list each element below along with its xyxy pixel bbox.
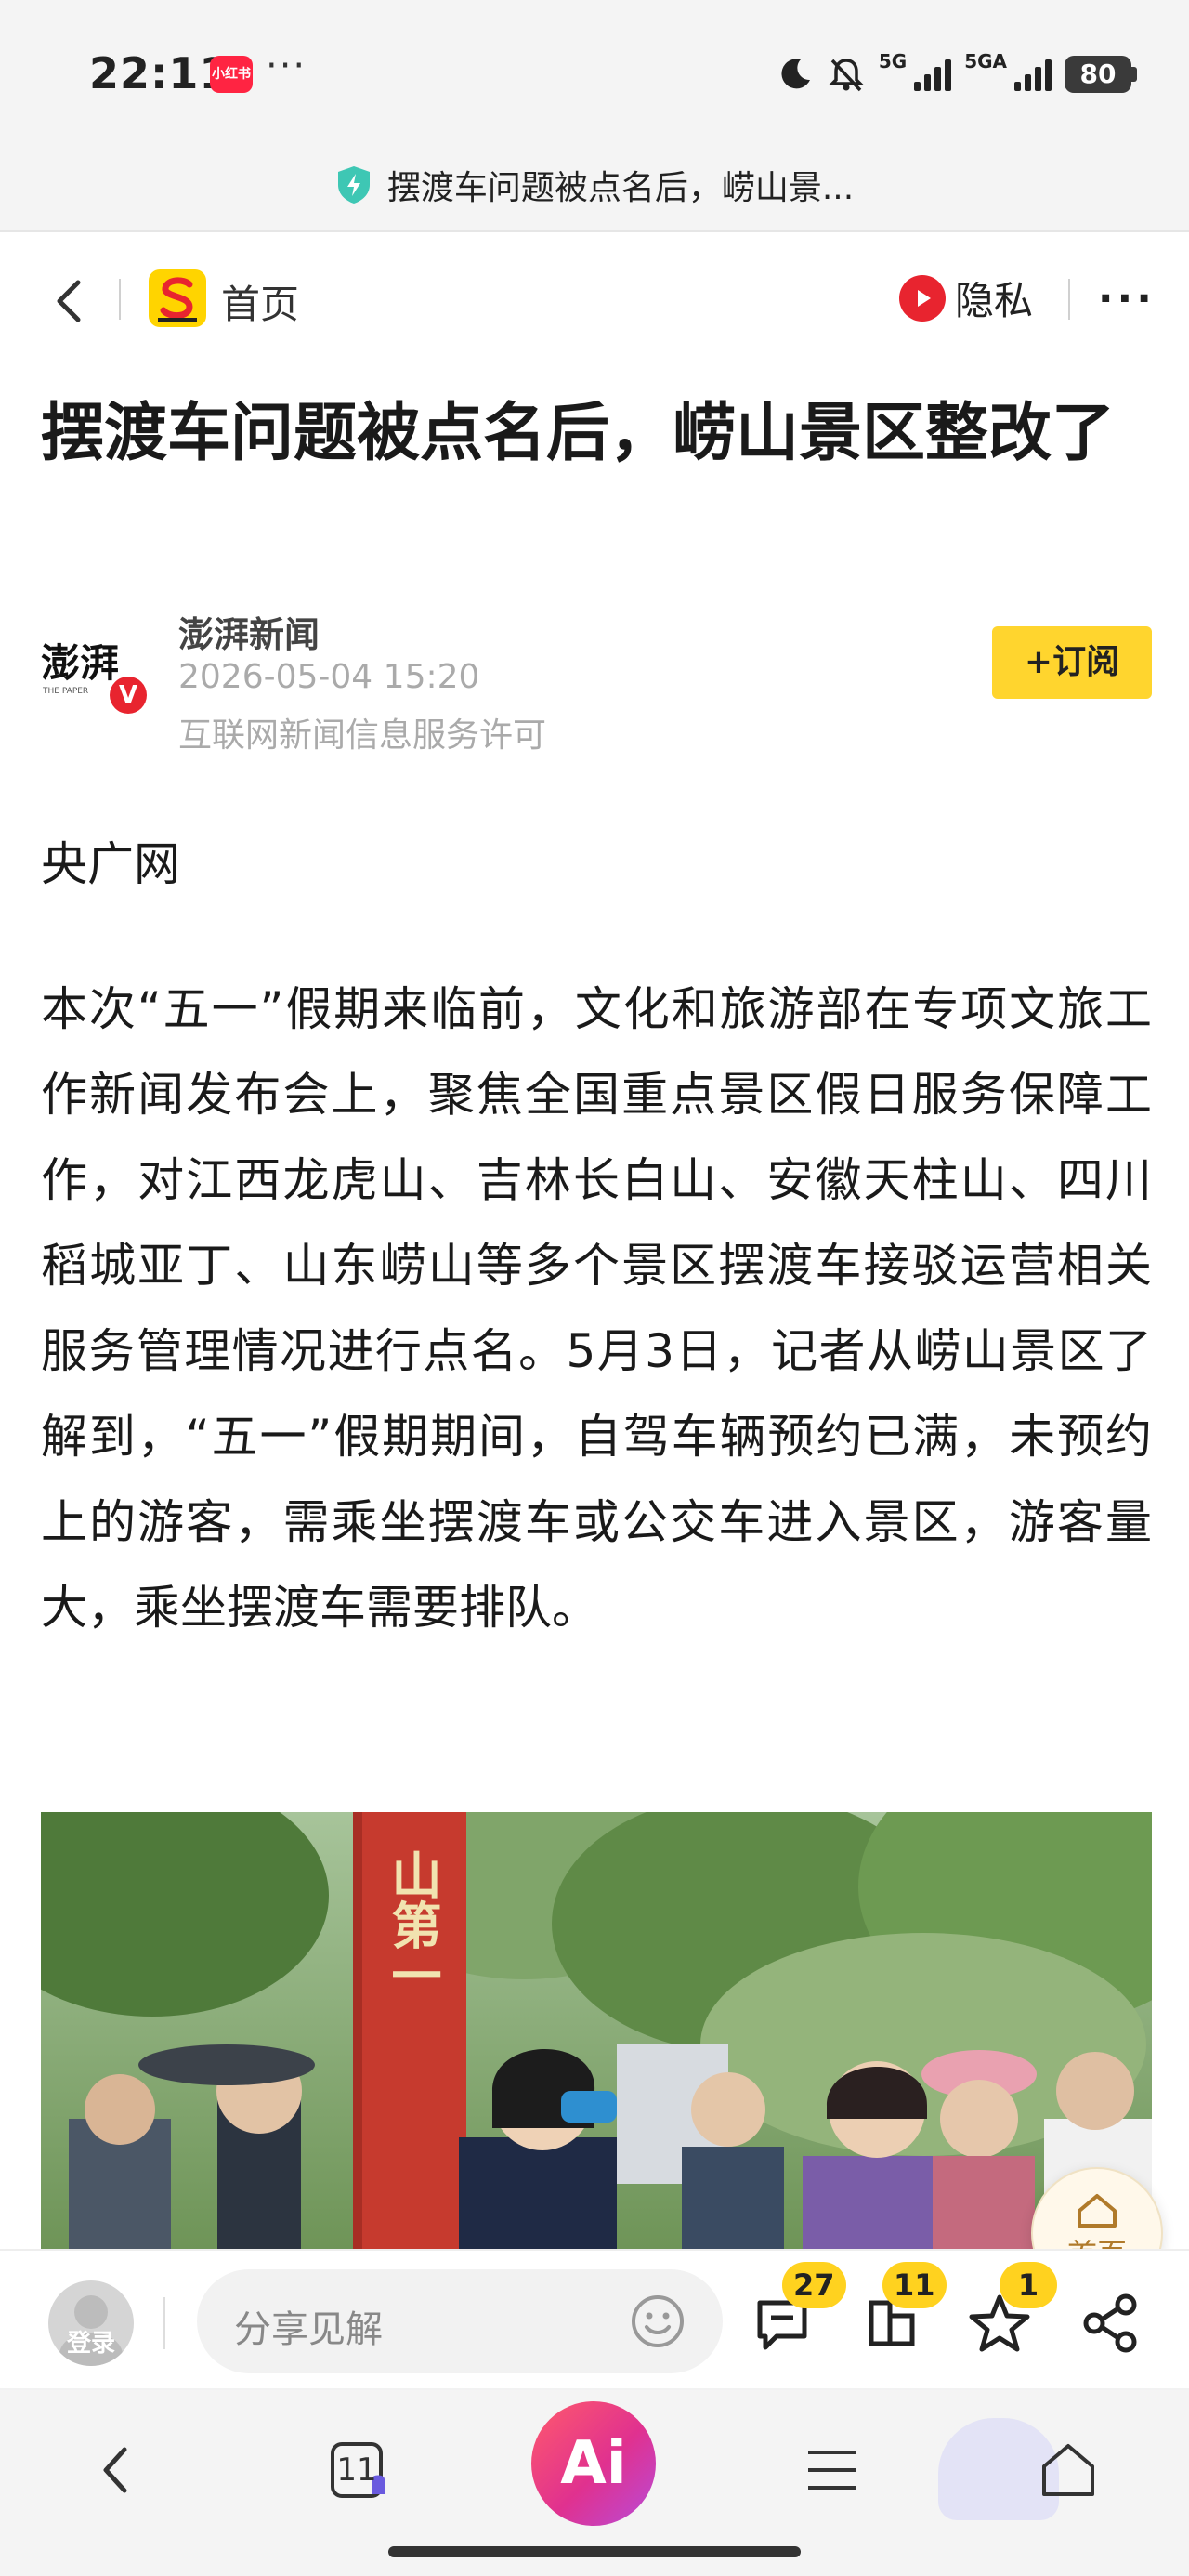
comments-count-badge: 27 [782, 2262, 846, 2308]
chevron-left-icon [103, 2447, 127, 2493]
home-icon [1042, 2444, 1094, 2496]
status-icons: 5G 5GA 80 [777, 48, 1137, 100]
status-time: 22:11 [89, 48, 230, 99]
browser-page-title: 摆渡车问题被点名后，崂山景... [386, 169, 855, 207]
collect-button[interactable]: 11 [858, 2262, 947, 2357]
security-shield-icon [337, 166, 370, 204]
article-source: 央广网 [41, 837, 180, 891]
emoji-icon[interactable] [630, 2293, 686, 2349]
privacy-label: 隐私 [955, 278, 1034, 323]
login-avatar[interactable]: 登录 [48, 2280, 134, 2366]
divider [119, 279, 121, 320]
favorite-count-badge: 1 [1000, 2262, 1057, 2308]
nav-back-button[interactable] [69, 2424, 162, 2517]
subscribe-button[interactable]: +订阅 [992, 626, 1152, 699]
moon-icon [781, 59, 810, 89]
author-logo-subtext: THE PAPER [42, 687, 88, 696]
battery-icon: 80 [1065, 56, 1137, 93]
status-more-icon: ··· [266, 45, 307, 87]
network-label-5ga: 5GA [964, 50, 1007, 72]
article-page: 首页 隐私 ··· 摆渡车问题被点名后，崂山景区整改了 澎湃 THE PAPER… [0, 230, 1189, 2249]
favorite-button[interactable]: 1 [966, 2262, 1057, 2357]
chevron-left-icon [57, 280, 81, 322]
menu-button[interactable] [786, 2424, 879, 2517]
tabs-count: 11 [336, 2451, 377, 2489]
home-icon [1078, 2194, 1117, 2228]
login-label: 登录 [66, 2330, 115, 2358]
play-icon [899, 274, 946, 322]
share-icon [1083, 2293, 1137, 2353]
signal-2-icon [1014, 58, 1052, 91]
home-link[interactable]: 首页 [221, 273, 299, 330]
site-header: 首页 隐私 ··· [0, 232, 1189, 366]
divider [1068, 279, 1070, 320]
photo-pillar-text: 山第一 [383, 1849, 442, 2000]
article-photo[interactable]: 山第一 [41, 1812, 1152, 2249]
collect-count-badge: 11 [882, 2262, 947, 2308]
verified-badge-icon: V [110, 677, 147, 714]
publish-date: 2026-05-04 15:20 [178, 658, 480, 696]
status-bar: 22:11 小红书 ··· 5G 5GA 80 [0, 0, 1189, 139]
home-button[interactable] [1022, 2424, 1115, 2517]
browser-title-bar[interactable]: 摆渡车问题被点名后，崂山景... [0, 139, 1189, 230]
author-block: 澎湃 THE PAPER V 澎湃新闻 2026-05-04 15:20 互联网… [41, 606, 1152, 773]
author-name[interactable]: 澎湃新闻 [178, 606, 320, 657]
hamburger-menu-icon [808, 2451, 856, 2490]
floating-home-label: 首页 [1067, 2231, 1127, 2249]
ai-assistant-button[interactable]: Ai [531, 2401, 656, 2526]
site-logo-icon[interactable] [149, 269, 206, 327]
comment-placeholder: 分享见解 [234, 2308, 383, 2351]
divider [163, 2297, 165, 2349]
xiaohongshu-notification-icon: 小红书 [210, 56, 253, 93]
tabs-button[interactable]: 11 [310, 2424, 403, 2517]
signal-1-icon [914, 58, 952, 91]
comments-button[interactable]: 27 [749, 2262, 846, 2357]
article-body: 本次“五一”假期来临前，文化和旅游部在专项文旅工作新闻发布会上，聚焦全国重点景区… [41, 982, 1152, 1635]
comment-input[interactable]: 分享见解 [197, 2269, 723, 2373]
gesture-home-indicator[interactable] [388, 2546, 801, 2557]
battery-level: 80 [1065, 56, 1131, 93]
share-button[interactable] [1078, 2290, 1144, 2357]
bell-muted-icon [828, 59, 865, 92]
author-logo-text: 澎湃 [41, 640, 119, 686]
browser-nav-bar: 11 Ai [0, 2390, 1189, 2576]
license-text: 互联网新闻信息服务许可 [178, 716, 547, 755]
back-button[interactable] [41, 273, 97, 329]
comment-bar: 登录 分享见解 27 11 1 [0, 2249, 1189, 2388]
privacy-button[interactable]: 隐私 [899, 269, 1033, 326]
article-title: 摆渡车问题被点名后，崂山景区整改了 [41, 397, 1116, 470]
network-label-5g: 5G [878, 50, 908, 72]
more-menu-button[interactable]: ··· [1098, 275, 1156, 322]
